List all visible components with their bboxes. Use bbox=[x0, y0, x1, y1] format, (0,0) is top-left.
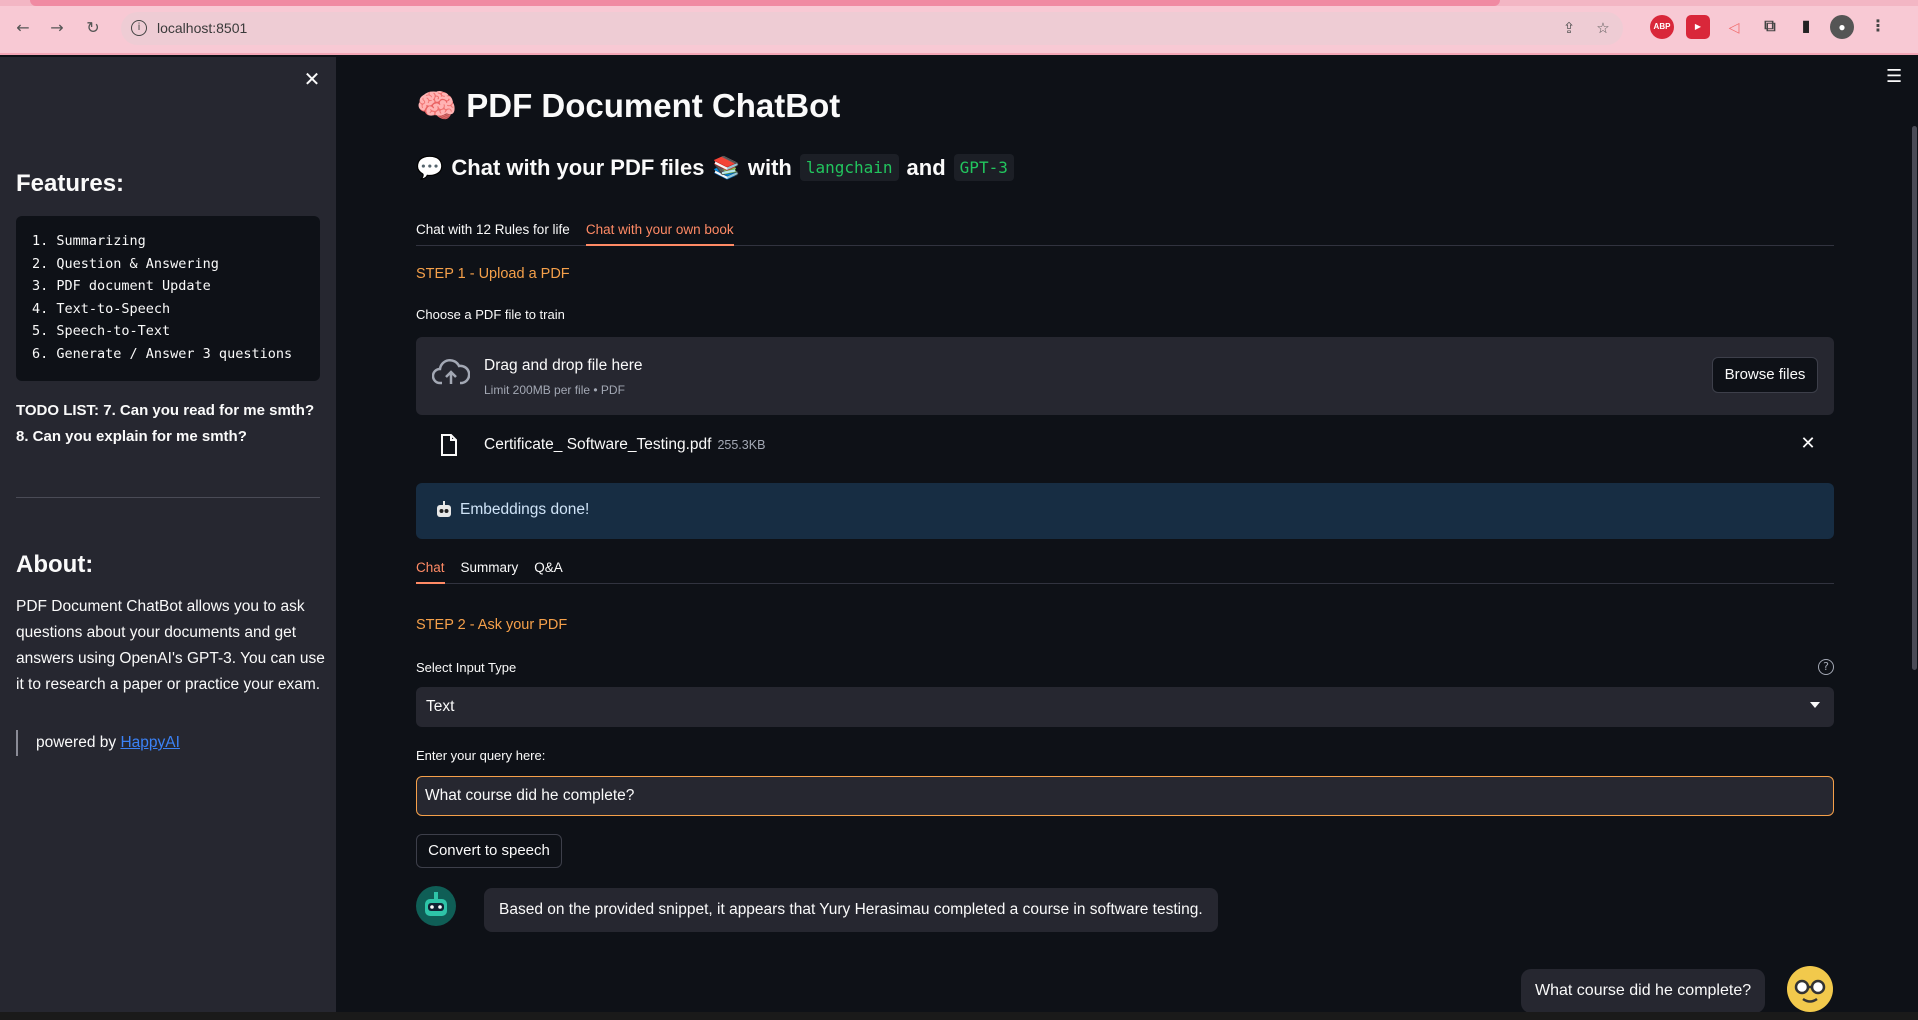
file-dropzone[interactable]: Drag and drop file here Limit 200MB per … bbox=[416, 337, 1834, 415]
back-icon[interactable]: ← bbox=[12, 17, 34, 39]
langchain-code: langchain bbox=[799, 154, 899, 181]
close-sidebar-icon[interactable]: ✕ bbox=[300, 67, 324, 91]
query-label: Enter your query here: bbox=[416, 748, 546, 763]
embeddings-info-alert: Embeddings done! bbox=[416, 483, 1834, 539]
about-heading: About: bbox=[16, 551, 94, 578]
adblock-extension-icon[interactable]: ABP bbox=[1650, 15, 1674, 39]
page-title: 🧠 PDF Document ChatBot bbox=[416, 87, 840, 126]
bot-avatar bbox=[416, 886, 456, 926]
reload-icon[interactable]: ↻ bbox=[82, 17, 104, 39]
gpt3-code: GPT-3 bbox=[953, 154, 1014, 181]
powered-by-label: powered by bbox=[36, 734, 121, 751]
browser-menu-icon[interactable]: ⋮ bbox=[1866, 15, 1890, 39]
select-input-label: Select Input Type bbox=[416, 660, 517, 675]
user-message: What course did he complete? bbox=[1521, 969, 1766, 1013]
cloud-upload-icon bbox=[432, 359, 470, 385]
about-text: PDF Document ChatBot allows you to ask q… bbox=[16, 598, 325, 693]
browser-active-tab[interactable] bbox=[30, 0, 1500, 6]
subtitle-part1: Chat with your PDF files bbox=[451, 154, 705, 180]
todo-list: TODO LIST: 7. Can you read for me smth? … bbox=[16, 402, 315, 445]
features-heading: Features: bbox=[16, 170, 125, 197]
features-code-block: 1. Summarizing 2. Question & Answering 3… bbox=[16, 216, 320, 381]
browse-files-button[interactable]: Browse files bbox=[1712, 357, 1818, 393]
tab-qa[interactable]: Q&A bbox=[534, 554, 563, 584]
url-text[interactable]: localhost:8501 bbox=[157, 20, 247, 36]
subtitle-part3: and bbox=[906, 154, 946, 180]
tab-12-rules[interactable]: Chat with 12 Rules for life bbox=[416, 216, 570, 246]
book-tabs: Chat with 12 Rules for life Chat with yo… bbox=[416, 216, 1834, 246]
extension-icon[interactable]: ◁ bbox=[1722, 15, 1746, 39]
share-icon[interactable]: ⇪ bbox=[1559, 18, 1579, 38]
os-taskbar bbox=[0, 1012, 1918, 1020]
select-value: Text bbox=[426, 698, 455, 715]
site-info-icon[interactable]: i bbox=[131, 20, 147, 36]
address-bar[interactable]: i localhost:8501 ⇪ ☆ bbox=[121, 12, 1623, 45]
brain-emoji-icon: 🧠 bbox=[416, 87, 458, 124]
bookmark-star-icon[interactable]: ☆ bbox=[1593, 18, 1613, 38]
chat-mode-tabs: Chat Summary Q&A bbox=[416, 554, 1834, 584]
help-icon[interactable]: ? bbox=[1818, 659, 1834, 675]
side-panel-icon[interactable]: ▮ bbox=[1794, 15, 1818, 39]
happyai-link[interactable]: HappyAI bbox=[120, 734, 179, 751]
tab-own-book[interactable]: Chat with your own book bbox=[585, 216, 734, 246]
chevron-down-icon bbox=[1810, 702, 1820, 708]
page-scrollbar[interactable] bbox=[1912, 126, 1917, 670]
powered-by: powered by HappyAI bbox=[16, 730, 180, 756]
tab-chat[interactable]: Chat bbox=[416, 554, 445, 584]
forward-icon[interactable]: → bbox=[46, 17, 68, 39]
robot-icon bbox=[437, 501, 451, 517]
tab-summary[interactable]: Summary bbox=[461, 554, 519, 584]
subtitle-part2: with bbox=[747, 154, 792, 180]
step2-heading: STEP 2 - Ask your PDF bbox=[416, 617, 568, 633]
browser-tab-strip bbox=[0, 0, 1918, 6]
extensions-puzzle-icon[interactable]: ⧉ bbox=[1758, 15, 1782, 39]
speech-bubble-icon: 💬 bbox=[416, 154, 444, 180]
profile-avatar[interactable]: ● bbox=[1830, 15, 1854, 39]
step1-heading: STEP 1 - Upload a PDF bbox=[416, 266, 570, 282]
video-extension-icon[interactable]: ▶ bbox=[1686, 15, 1710, 39]
browser-toolbar: ← → ↻ i localhost:8501 ⇪ ☆ ABP ▶ ◁ ⧉ ▮ ●… bbox=[0, 0, 1918, 55]
page-title-text: PDF Document ChatBot bbox=[466, 87, 841, 124]
user-avatar bbox=[1787, 966, 1833, 1012]
input-type-select[interactable]: Text bbox=[416, 687, 1834, 727]
convert-to-speech-button[interactable]: Convert to speech bbox=[416, 834, 562, 868]
uploader-label: Choose a PDF file to train bbox=[416, 307, 565, 322]
books-icon: 📚 bbox=[712, 154, 740, 180]
sidebar: ✕ Features: 1. Summarizing 2. Question &… bbox=[0, 57, 336, 1020]
dropzone-limit-text: Limit 200MB per file • PDF bbox=[484, 383, 625, 397]
file-size: 255.3KB bbox=[717, 438, 766, 452]
page-subtitle: 💬 Chat with your PDF files 📚 with langch… bbox=[416, 154, 1014, 181]
uploaded-file-row: Certificate_ Software_Testing.pdf 255.3KB… bbox=[416, 424, 1834, 466]
bot-message: Based on the provided snippet, it appear… bbox=[484, 888, 1218, 932]
hamburger-menu-icon[interactable]: ☰ bbox=[1886, 67, 1906, 87]
file-icon bbox=[441, 434, 457, 456]
remove-file-icon[interactable]: ✕ bbox=[1798, 434, 1818, 454]
info-text: Embeddings done! bbox=[460, 501, 590, 518]
sidebar-divider bbox=[16, 497, 320, 498]
dropzone-title: Drag and drop file here bbox=[484, 357, 643, 374]
query-input[interactable] bbox=[416, 776, 1834, 816]
file-name: Certificate_ Software_Testing.pdf 255.3KB bbox=[484, 436, 766, 453]
